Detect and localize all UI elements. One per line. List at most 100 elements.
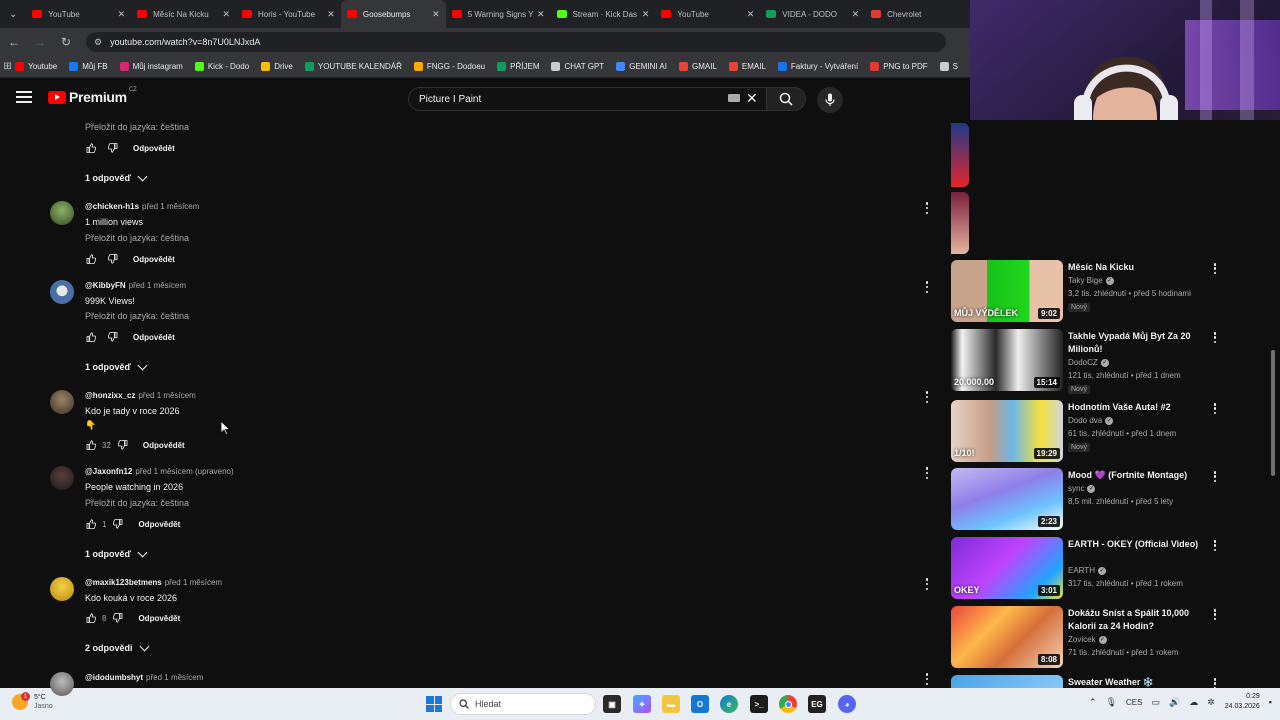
- related-video-item[interactable]: OKEY 3:01 EARTH - OKEY (Official Video) EAR…: [950, 537, 1280, 599]
- video-more-icon[interactable]: [1212, 263, 1218, 274]
- comment-more-icon[interactable]: [923, 202, 931, 214]
- like-icon[interactable]: [85, 518, 97, 530]
- dislike-icon[interactable]: [112, 518, 124, 530]
- video-channel[interactable]: Zovicek ✓: [1068, 635, 1107, 644]
- tab-close-icon[interactable]: ✕: [642, 9, 650, 20]
- settings-icon[interactable]: ✲: [1207, 697, 1215, 708]
- translate-link[interactable]: Přeložit do jazyka: čeština: [85, 498, 189, 508]
- comment-more-icon[interactable]: [923, 467, 931, 479]
- onedrive-icon[interactable]: ☁: [1189, 697, 1198, 708]
- bookmark-item[interactable]: PŘÍJEM: [497, 62, 539, 71]
- forward-icon[interactable]: →: [28, 30, 52, 54]
- like-icon[interactable]: [85, 142, 97, 154]
- windows-start-icon[interactable]: [426, 696, 442, 712]
- comment-author[interactable]: @Jaxonfn12: [85, 467, 132, 476]
- replies-toggle[interactable]: 1 odpověď: [85, 171, 148, 183]
- video-channel[interactable]: sync ✓: [1068, 484, 1096, 493]
- related-video-item[interactable]: MŮJ VÝDĚLEK 9:02 Měsíc Na Kicku Taky Bige ✓ 3…: [950, 260, 1280, 322]
- partial-thumbnail[interactable]: [951, 123, 969, 187]
- related-video-item[interactable]: 20.000.00 15:14 Takhle Vypadá Můj Byt Za 2…: [950, 329, 1280, 394]
- taskbar-search-input[interactable]: Hledat: [450, 693, 596, 715]
- browser-tab[interactable]: YouTube ✕: [655, 0, 760, 28]
- dislike-icon[interactable]: [107, 331, 119, 343]
- comment-time[interactable]: před 1 měsícem: [129, 281, 186, 290]
- video-thumbnail[interactable]: OKEY 3:01: [951, 537, 1063, 599]
- browser-tab[interactable]: YouTube ✕: [26, 0, 131, 28]
- site-info-icon[interactable]: ⚙: [94, 37, 102, 48]
- translate-link[interactable]: Přeložit do jazyka: čeština: [85, 233, 189, 243]
- bookmark-item[interactable]: FNGG - Dodoeu: [413, 62, 485, 71]
- bookmark-item[interactable]: CHAT GPT: [551, 62, 604, 71]
- browser-tab[interactable]: Měsíc Na Kicku ✕: [131, 0, 236, 28]
- video-title[interactable]: EARTH - OKEY (Official Video): [1068, 538, 1208, 551]
- weather-widget[interactable]: 1 5°C Jasno: [12, 692, 53, 711]
- bookmark-item[interactable]: Můj FB: [69, 62, 108, 71]
- like-icon[interactable]: [85, 253, 97, 265]
- video-title[interactable]: Dokážu Sníst a Spálit 10,000 Kalorií za …: [1068, 607, 1208, 633]
- video-thumbnail[interactable]: 8:08: [951, 606, 1063, 668]
- system-clock[interactable]: 0:29 24.03.2026: [1225, 692, 1260, 712]
- comment-author[interactable]: @maxik123betmens: [85, 578, 162, 587]
- reply-button[interactable]: Odpovědět: [143, 441, 185, 450]
- comment-time[interactable]: před 1 měsícem (upraveno): [135, 467, 233, 476]
- reload-icon[interactable]: ↻: [54, 30, 78, 54]
- translate-link[interactable]: Přeložit do jazyka: čeština: [85, 122, 189, 132]
- video-more-icon[interactable]: [1212, 471, 1218, 482]
- comment-more-icon[interactable]: [923, 391, 931, 403]
- search-input[interactable]: Picture I Paint: [408, 87, 770, 111]
- edge-icon[interactable]: e: [720, 695, 738, 713]
- file-explorer-icon[interactable]: ▬: [662, 695, 680, 713]
- volume-icon[interactable]: 🔊: [1169, 697, 1180, 708]
- video-more-icon[interactable]: [1212, 332, 1218, 343]
- avatar[interactable]: [50, 201, 74, 225]
- avatar[interactable]: [50, 672, 74, 696]
- tray-microphone-icon[interactable]: 🎙: [1106, 697, 1117, 708]
- youtube-premium-logo[interactable]: Premium CZ: [48, 87, 137, 105]
- comment-more-icon[interactable]: [923, 673, 931, 685]
- video-title[interactable]: Takhle Vypadá Můj Byt Za 20 Milionů!: [1068, 330, 1208, 356]
- back-icon[interactable]: ←: [2, 30, 26, 54]
- notifications-icon[interactable]: ▪: [1269, 697, 1272, 707]
- bookmark-item[interactable]: Youtube: [15, 62, 57, 71]
- video-more-icon[interactable]: [1212, 678, 1218, 688]
- bookmark-item[interactable]: PNG to PDF: [870, 62, 928, 71]
- reply-button[interactable]: Odpovědět: [138, 614, 180, 623]
- avatar[interactable]: [50, 466, 74, 490]
- video-more-icon[interactable]: [1212, 540, 1218, 551]
- video-title[interactable]: Sweater Weather ❄️: [1068, 676, 1208, 688]
- video-title[interactable]: Měsíc Na Kicku: [1068, 261, 1208, 274]
- tab-close-icon[interactable]: ✕: [327, 9, 335, 20]
- tab-close-icon[interactable]: ✕: [118, 9, 126, 20]
- comment-author[interactable]: @honzixx_cz: [85, 391, 135, 400]
- related-video-item[interactable]: 2:23 Mood 💜 (Fortnite Montage) sync ✓ 8,5 mi…: [950, 468, 1280, 530]
- replies-toggle[interactable]: 2 odpovědi: [85, 641, 149, 653]
- video-channel[interactable]: DodoCZ ✓: [1068, 358, 1109, 367]
- related-video-item[interactable]: Sweater Weather ❄️: [950, 675, 1280, 688]
- related-video-item[interactable]: 1/10! 19:29 Hodnotím Vaše Auta! #2 Dodo dva…: [950, 400, 1280, 462]
- like-icon[interactable]: [85, 439, 97, 451]
- video-thumbnail[interactable]: 1/10! 19:29: [951, 400, 1063, 462]
- task-view-icon[interactable]: ▣: [603, 695, 621, 713]
- comment-time[interactable]: před 1 měsícem: [142, 202, 199, 211]
- browser-tab[interactable]: 5 Warning Signs Y ✕: [446, 0, 551, 28]
- tab-close-icon[interactable]: ✕: [222, 9, 230, 20]
- reply-button[interactable]: Odpovědět: [138, 520, 180, 529]
- bookmark-item[interactable]: Drive: [261, 62, 293, 71]
- video-title[interactable]: Mood 💜 (Fortnite Montage): [1068, 469, 1208, 482]
- browser-tab[interactable]: Horis - YouTube ✕: [236, 0, 341, 28]
- discord-icon[interactable]: ◕: [838, 695, 856, 713]
- avatar[interactable]: [50, 577, 74, 601]
- tab-close-icon[interactable]: ✕: [432, 9, 440, 20]
- comment-author[interactable]: @chicken-h1s: [85, 202, 139, 211]
- translate-link[interactable]: Přeložit do jazyka: čeština: [85, 311, 189, 321]
- comment-time[interactable]: před 1 měsícem: [146, 673, 203, 682]
- chevron-up-icon[interactable]: ⌃: [1089, 697, 1097, 708]
- chrome-icon[interactable]: [779, 695, 797, 713]
- browser-tab[interactable]: Chevrolet: [865, 0, 970, 28]
- bookmark-item[interactable]: GMAIL: [679, 62, 717, 71]
- network-icon[interactable]: ▭: [1151, 697, 1160, 708]
- clear-search-icon[interactable]: ✕: [746, 90, 758, 107]
- keyboard-icon[interactable]: [728, 94, 740, 102]
- tab-close-icon[interactable]: ✕: [852, 9, 860, 20]
- dislike-icon[interactable]: [117, 439, 129, 451]
